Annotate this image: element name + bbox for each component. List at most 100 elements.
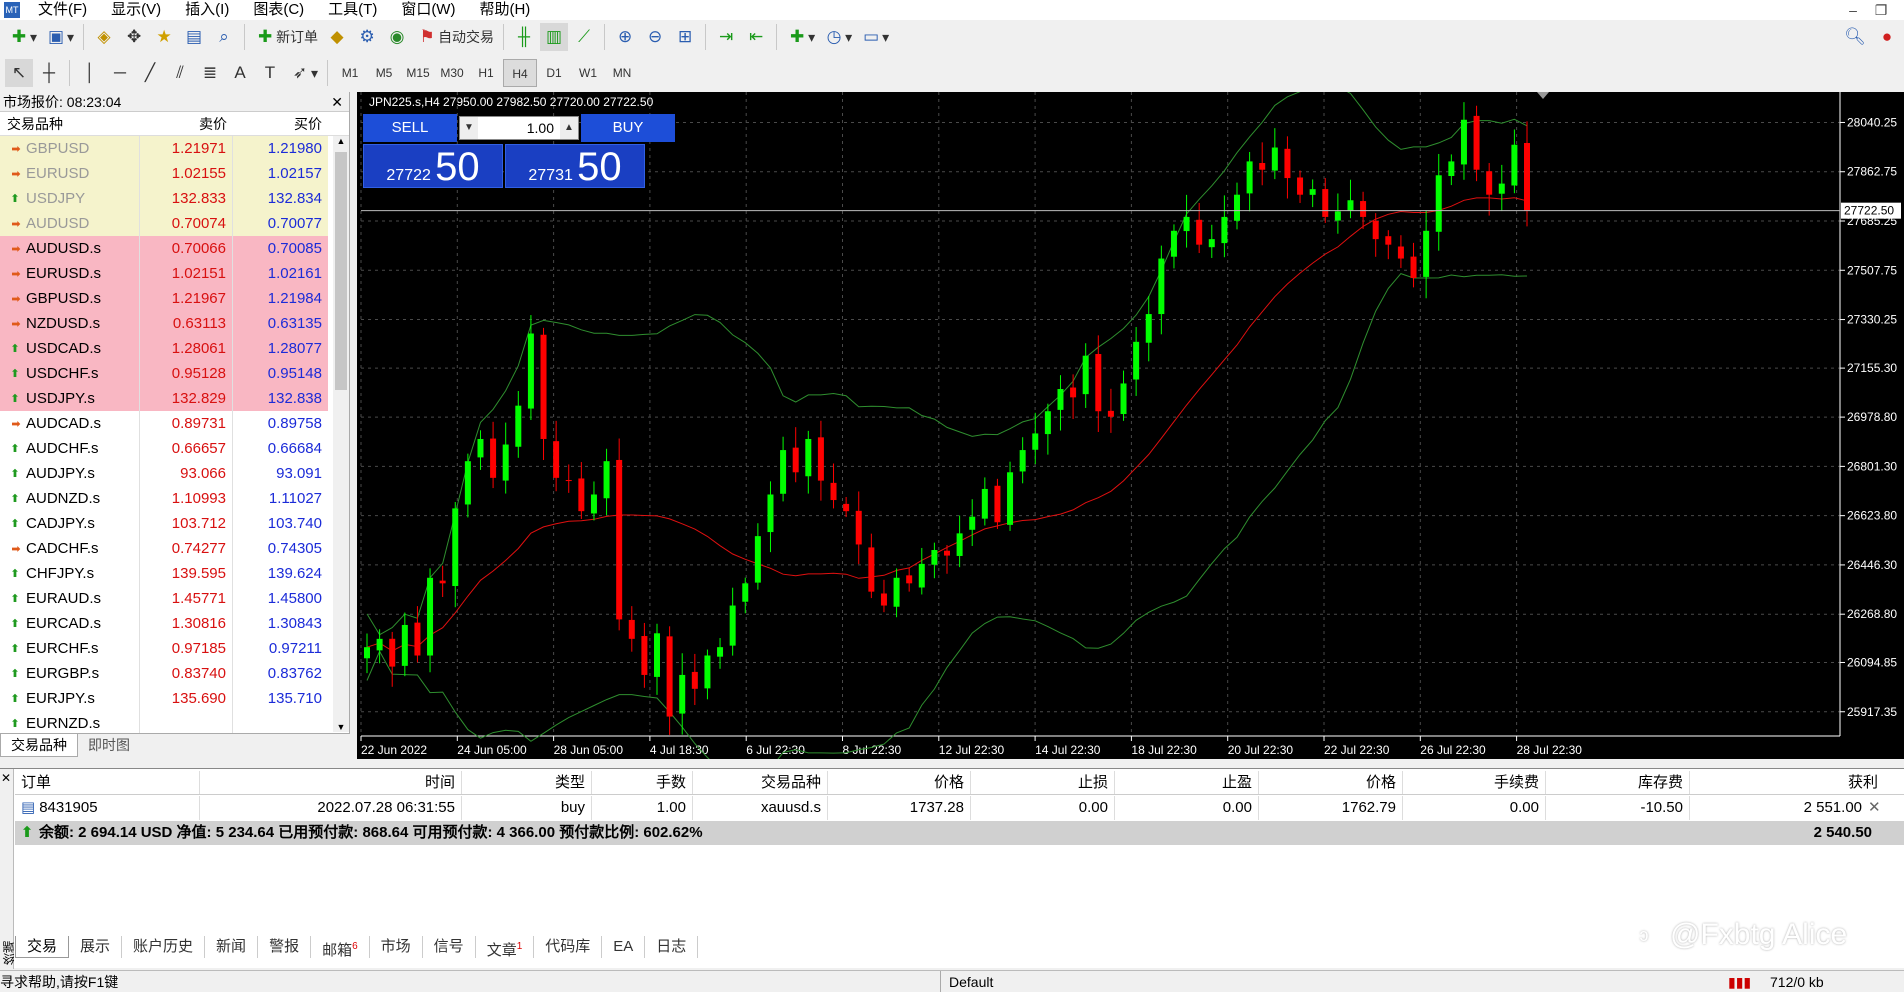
strategy-tester-icon[interactable]: ⌕ xyxy=(210,23,238,51)
notification-icon[interactable]: ● xyxy=(1873,23,1901,51)
tab-10[interactable]: EA xyxy=(602,936,646,958)
header-ask[interactable]: 买价 xyxy=(233,112,328,135)
order-row[interactable]: ▤ 8431905 2022.07.28 06:31:55 buy 1.00 xa… xyxy=(15,796,1904,820)
tab-8[interactable]: 文章1 xyxy=(476,936,535,959)
profiles-button[interactable]: ▣ ▾ xyxy=(42,23,77,51)
fibonacci-icon[interactable]: ≣ xyxy=(196,59,224,87)
tile-windows-icon[interactable]: ⊞ xyxy=(671,23,699,51)
col-swap[interactable]: 库存费 xyxy=(1546,771,1690,794)
tab-2[interactable]: 账户历史 xyxy=(122,936,206,958)
periods-icon[interactable]: ◷ ▾ xyxy=(820,23,855,51)
text-label-icon[interactable]: T xyxy=(256,59,284,87)
navigator-icon[interactable]: ★ xyxy=(150,23,178,51)
market-watch-row[interactable]: ⬆ NZDUSD.s 0.63113 0.63135 xyxy=(0,311,349,336)
cursor-icon[interactable]: ↖ xyxy=(5,59,33,87)
market-watch-row[interactable]: ⬆ USDCHF.s 0.95128 0.95148 xyxy=(0,361,349,386)
lots-decrease-icon[interactable]: ▼ xyxy=(460,117,478,139)
auto-trading-button[interactable]: ⚑ 自动交易 xyxy=(413,23,497,51)
menu-help[interactable]: 帮助(H) xyxy=(467,0,542,20)
menu-window[interactable]: 窗口(W) xyxy=(389,0,467,20)
sell-button[interactable]: SELL xyxy=(363,114,457,142)
col-price[interactable]: 价格 xyxy=(828,771,971,794)
menu-view[interactable]: 显示(V) xyxy=(99,0,173,20)
buy-price-box[interactable]: 27731 50 xyxy=(505,144,645,189)
tf-m30[interactable]: M30 xyxy=(435,59,469,87)
price-chart[interactable]: JPN225.s,H4 27950.00 27982.50 27720.00 2… xyxy=(357,92,1904,759)
market-watch-row[interactable]: ⬆ EURUSD 1.02155 1.02157 xyxy=(0,161,349,186)
trendline-icon[interactable]: ╱ xyxy=(136,59,164,87)
minimize-icon[interactable]: – xyxy=(1842,0,1864,20)
header-symbol[interactable]: 交易品种 xyxy=(0,112,140,135)
tab-11[interactable]: 日志 xyxy=(645,936,699,958)
col-sl[interactable]: 止损 xyxy=(971,771,1115,794)
chart-window[interactable]: JPN225.s,H4 27950.00 27982.50 27720.00 2… xyxy=(357,92,1904,759)
market-watch-row[interactable]: ⬆ CADCHF.s 0.74277 0.74305 xyxy=(0,536,349,561)
tab-0[interactable]: 交易 xyxy=(15,936,70,958)
col-profit[interactable]: 获利 xyxy=(1690,771,1884,794)
market-watch-row[interactable]: ⬆ CADJPY.s 103.712 103.740 xyxy=(0,511,349,536)
text-icon[interactable]: A xyxy=(226,59,254,87)
terminal-toggle-icon[interactable]: ▤ xyxy=(180,23,208,51)
line-chart-icon[interactable]: ⟋ xyxy=(570,23,598,51)
market-watch-row[interactable]: ⬆ EURCHF.s 0.97185 0.97211 xyxy=(0,636,349,661)
tf-m15[interactable]: M15 xyxy=(401,59,435,87)
col-type[interactable]: 类型 xyxy=(462,771,592,794)
market-watch-scrollbar[interactable]: ▲ ▼ xyxy=(333,136,349,732)
tf-mn[interactable]: MN xyxy=(605,59,639,87)
lots-increase-icon[interactable]: ▲ xyxy=(560,117,578,139)
tf-h1[interactable]: H1 xyxy=(469,59,503,87)
chart-shift-icon[interactable]: ⇤ xyxy=(742,23,770,51)
tf-m1[interactable]: M1 xyxy=(333,59,367,87)
close-icon[interactable]: ✕ xyxy=(331,92,343,112)
crosshair-icon[interactable]: ┼ xyxy=(35,59,63,87)
col-symbol[interactable]: 交易品种 xyxy=(693,771,828,794)
tf-m5[interactable]: M5 xyxy=(367,59,401,87)
market-watch-row[interactable]: ⬆ AUDJPY.s 93.066 93.091 xyxy=(0,461,349,486)
menu-tools[interactable]: 工具(T) xyxy=(316,0,389,20)
data-window-icon[interactable]: ✥ xyxy=(120,23,148,51)
market-watch-toggle-icon[interactable]: ◈ xyxy=(90,23,118,51)
lots-value[interactable]: 1.00 xyxy=(527,117,554,139)
tab-6[interactable]: 市场 xyxy=(370,936,423,958)
market-watch-row[interactable]: ⬆ AUDUSD 0.70074 0.70077 xyxy=(0,211,349,236)
market-watch-row[interactable]: ⬆ AUDNZD.s 1.10993 1.11027 xyxy=(0,486,349,511)
vertical-line-icon[interactable]: │ xyxy=(76,59,104,87)
search-icon[interactable]: 🔍︎ xyxy=(1841,23,1869,51)
new-order-button[interactable]: ✚ 新订单 xyxy=(251,23,321,51)
scroll-down-icon[interactable]: ▼ xyxy=(333,722,349,732)
col-commission[interactable]: 手续费 xyxy=(1403,771,1546,794)
tab-9[interactable]: 代码库 xyxy=(534,936,603,958)
market-watch-row[interactable]: ⬆ AUDUSD.s 0.70066 0.70085 xyxy=(0,236,349,261)
market-watch-row[interactable]: ⬆ AUDCHF.s 0.66657 0.66684 xyxy=(0,436,349,461)
lots-input[interactable]: ▼ 1.00 ▲ xyxy=(459,116,579,140)
sell-price-box[interactable]: 27722 50 xyxy=(363,144,503,189)
market-watch-row[interactable]: ⬆ EURCAD.s 1.30816 1.30843 xyxy=(0,611,349,636)
header-bid[interactable]: 卖价 xyxy=(140,112,233,135)
close-icon[interactable]: ✕ xyxy=(1,771,11,785)
indicators-icon[interactable]: ✚ ▾ xyxy=(783,23,818,51)
market-watch-row[interactable]: ⬆ USDCAD.s 1.28061 1.28077 xyxy=(0,336,349,361)
market-watch-row[interactable]: ⬆ EURJPY.s 135.690 135.710 xyxy=(0,686,349,711)
restore-icon[interactable]: ❐ xyxy=(1870,0,1892,20)
market-icon[interactable]: ◉ xyxy=(383,23,411,51)
col-lots[interactable]: 手数 xyxy=(592,771,693,794)
zoom-in-icon[interactable]: ⊕ xyxy=(611,23,639,51)
candlestick-icon[interactable]: ▥ xyxy=(540,23,569,51)
tab-5[interactable]: 邮箱6 xyxy=(311,936,370,959)
market-watch-row[interactable]: ⬆ CHFJPY.s 139.595 139.624 xyxy=(0,561,349,586)
metaeditor-icon[interactable]: ◆ xyxy=(323,23,351,51)
buy-button[interactable]: BUY xyxy=(581,114,675,142)
tf-w1[interactable]: W1 xyxy=(571,59,605,87)
tab-7[interactable]: 信号 xyxy=(423,936,476,958)
market-watch-row[interactable]: ⬆ USDJPY.s 132.829 132.838 xyxy=(0,386,349,411)
market-watch-row[interactable]: ⬆ GBPUSD 1.21971 1.21980 xyxy=(0,136,349,161)
market-watch-row[interactable]: ⬆ EURGBP.s 0.83740 0.83762 xyxy=(0,661,349,686)
close-order-icon[interactable]: ✕ xyxy=(1868,796,1884,820)
horizontal-line-icon[interactable]: ─ xyxy=(106,59,134,87)
zoom-out-icon[interactable]: ⊖ xyxy=(641,23,669,51)
channel-icon[interactable]: ⫽ xyxy=(166,59,194,87)
col-time[interactable]: 时间 xyxy=(200,771,462,794)
tab-4[interactable]: 警报 xyxy=(258,936,312,958)
menu-file[interactable]: 文件(F) xyxy=(26,0,99,20)
tf-h4[interactable]: H4 xyxy=(503,59,538,87)
